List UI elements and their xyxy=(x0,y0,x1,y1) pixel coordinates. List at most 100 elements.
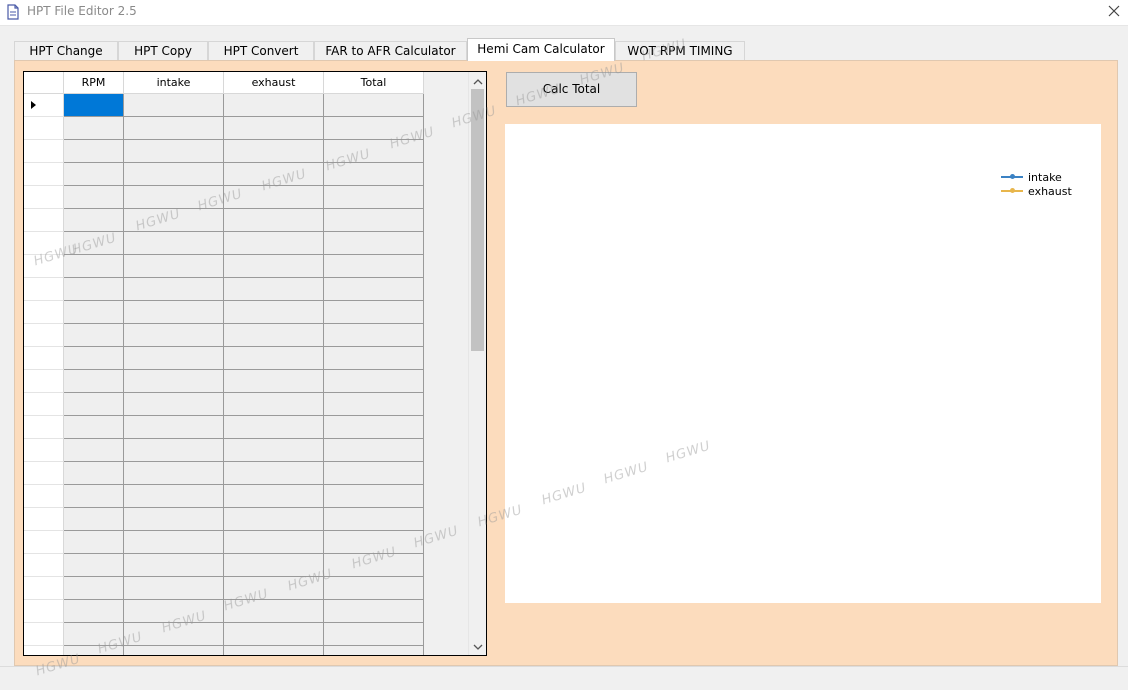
column-header-exhaust[interactable]: exhaust xyxy=(224,72,324,94)
row-header[interactable] xyxy=(24,393,64,416)
tab-hpt-convert[interactable]: HPT Convert xyxy=(208,41,314,61)
grid-cell[interactable] xyxy=(224,163,324,186)
grid-cell[interactable] xyxy=(124,577,224,600)
cam-data-grid[interactable]: RPM intake exhaust Total xyxy=(23,71,487,656)
grid-cell[interactable] xyxy=(64,301,124,324)
grid-cell[interactable] xyxy=(124,324,224,347)
grid-cell[interactable] xyxy=(124,485,224,508)
grid-cell[interactable] xyxy=(64,416,124,439)
row-header[interactable] xyxy=(24,163,64,186)
grid-corner[interactable] xyxy=(24,72,64,94)
grid-cell[interactable] xyxy=(124,255,224,278)
grid-cell[interactable] xyxy=(224,600,324,623)
grid-cell[interactable] xyxy=(64,508,124,531)
tab-hemi-cam-calculator[interactable]: Hemi Cam Calculator xyxy=(467,38,615,61)
grid-cell[interactable] xyxy=(324,416,424,439)
row-header[interactable] xyxy=(24,301,64,324)
grid-cell[interactable] xyxy=(324,255,424,278)
grid-cell[interactable] xyxy=(324,140,424,163)
grid-cell[interactable] xyxy=(224,462,324,485)
row-header[interactable] xyxy=(24,646,64,655)
grid-cell[interactable] xyxy=(224,301,324,324)
row-header[interactable] xyxy=(24,209,64,232)
grid-cell[interactable] xyxy=(224,140,324,163)
grid-cell[interactable] xyxy=(64,347,124,370)
row-header[interactable] xyxy=(24,554,64,577)
grid-cell[interactable] xyxy=(124,370,224,393)
grid-cell[interactable] xyxy=(224,255,324,278)
row-header[interactable] xyxy=(24,255,64,278)
grid-cell[interactable] xyxy=(64,255,124,278)
grid-cell[interactable] xyxy=(64,117,124,140)
grid-cell[interactable] xyxy=(124,462,224,485)
row-header[interactable] xyxy=(24,508,64,531)
grid-cell[interactable] xyxy=(124,508,224,531)
row-header[interactable] xyxy=(24,439,64,462)
grid-cell[interactable] xyxy=(324,600,424,623)
scrollbar-thumb[interactable] xyxy=(471,89,484,351)
column-header-total[interactable]: Total xyxy=(324,72,424,94)
grid-cell[interactable] xyxy=(324,577,424,600)
grid-cell[interactable] xyxy=(64,278,124,301)
tab-wot-rpm-timing[interactable]: WOT RPM TIMING xyxy=(615,41,745,61)
grid-cell[interactable] xyxy=(324,186,424,209)
grid-cell[interactable] xyxy=(124,186,224,209)
grid-cell[interactable] xyxy=(64,186,124,209)
grid-cell[interactable] xyxy=(124,531,224,554)
row-header[interactable] xyxy=(24,278,64,301)
row-header[interactable] xyxy=(24,117,64,140)
grid-cell[interactable] xyxy=(224,324,324,347)
grid-cell[interactable] xyxy=(64,485,124,508)
grid-cell[interactable] xyxy=(324,347,424,370)
grid-cell[interactable] xyxy=(324,278,424,301)
row-header[interactable] xyxy=(24,416,64,439)
grid-cell[interactable] xyxy=(224,370,324,393)
grid-cell[interactable] xyxy=(64,646,124,655)
grid-cell[interactable] xyxy=(224,485,324,508)
grid-cell[interactable] xyxy=(124,301,224,324)
row-header[interactable] xyxy=(24,531,64,554)
grid-cell[interactable] xyxy=(124,554,224,577)
grid-cell[interactable] xyxy=(324,301,424,324)
grid-cell[interactable] xyxy=(224,531,324,554)
grid-cell[interactable] xyxy=(64,393,124,416)
grid-cell[interactable] xyxy=(124,439,224,462)
grid-cell[interactable] xyxy=(324,531,424,554)
row-header[interactable] xyxy=(24,623,64,646)
tab-far-to-afr-calculator[interactable]: FAR to AFR Calculator xyxy=(314,41,467,61)
grid-cell[interactable] xyxy=(224,508,324,531)
grid-cell[interactable] xyxy=(224,117,324,140)
grid-cell[interactable] xyxy=(224,416,324,439)
grid-cell[interactable] xyxy=(124,600,224,623)
row-header[interactable] xyxy=(24,94,64,117)
grid-cell[interactable] xyxy=(64,324,124,347)
grid-cell[interactable] xyxy=(124,347,224,370)
grid-cell[interactable] xyxy=(324,209,424,232)
scroll-up-icon[interactable] xyxy=(473,76,483,86)
row-header[interactable] xyxy=(24,232,64,255)
grid-cell[interactable] xyxy=(124,278,224,301)
grid-cell[interactable] xyxy=(64,163,124,186)
grid-cell[interactable] xyxy=(64,577,124,600)
grid-cell[interactable] xyxy=(124,646,224,655)
row-header[interactable] xyxy=(24,324,64,347)
grid-cell[interactable] xyxy=(224,554,324,577)
grid-cell[interactable] xyxy=(224,393,324,416)
grid-cell[interactable] xyxy=(64,554,124,577)
grid-cell[interactable] xyxy=(224,623,324,646)
grid-cell[interactable] xyxy=(224,94,324,117)
tab-hpt-copy[interactable]: HPT Copy xyxy=(118,41,208,61)
grid-cell[interactable] xyxy=(224,209,324,232)
column-header-intake[interactable]: intake xyxy=(124,72,224,94)
grid-cell[interactable] xyxy=(324,370,424,393)
tab-hpt-change[interactable]: HPT Change xyxy=(14,41,118,61)
grid-cell[interactable] xyxy=(124,623,224,646)
row-header[interactable] xyxy=(24,577,64,600)
column-header-rpm[interactable]: RPM xyxy=(64,72,124,94)
row-header[interactable] xyxy=(24,600,64,623)
grid-cell[interactable] xyxy=(64,462,124,485)
grid-cell[interactable] xyxy=(64,370,124,393)
grid-cell[interactable] xyxy=(324,485,424,508)
grid-cell[interactable] xyxy=(124,117,224,140)
grid-cell[interactable] xyxy=(324,393,424,416)
